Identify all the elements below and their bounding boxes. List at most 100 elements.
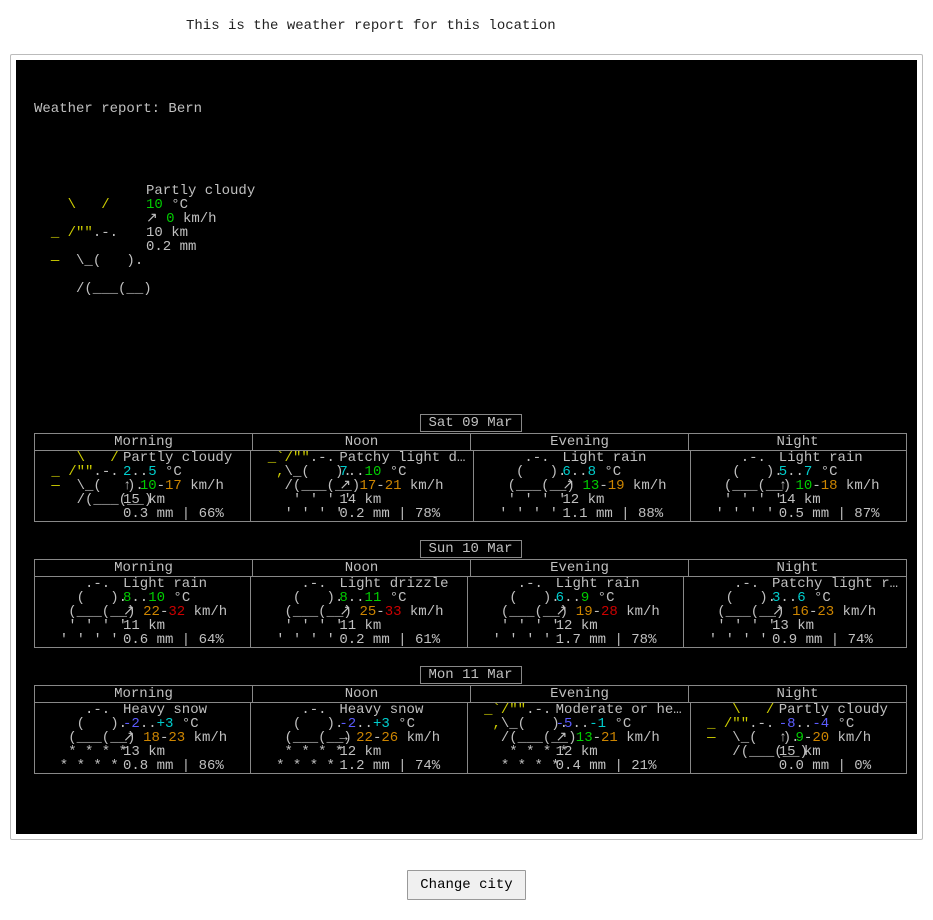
forecast-precip: 0.2 mm | 78% [339,507,465,521]
forecast-precip: 0.4 mm | 21% [556,759,682,773]
partly-cloudy-icon: \ / _ /"".-. — \_( ). /(___(__) [43,451,123,521]
patchy-light-rain-icon: _`/"".-. ,\_( ). /(___(__) * * * * * * *… [476,703,556,773]
forecast-cell: _`/"".-. ,\_( ). /(___(__) * * * * * * *… [468,703,691,773]
current-temp: 10 °C [146,198,255,212]
forecast-temp: 7..10 °C [339,465,465,479]
forecast-day: Mon 11 MarMorningNoonEveningNight .-. ( … [34,666,907,774]
forecast-wind: ↗ 13-19 km/h [562,479,681,493]
forecast-day: Sat 09 MarMorningNoonEveningNight \ / _ … [34,414,907,522]
forecast-visibility: 12 km [556,745,682,759]
forecast-visibility: 14 km [339,493,465,507]
forecast-temp: -8..-4 °C [779,717,898,731]
current-wind: ↗ 0 km/h [146,212,255,226]
forecast-temp: -2..+3 °C [339,717,458,731]
forecast-precip: 0.0 mm | 0% [779,759,898,773]
forecast-temp: -2..+3 °C [123,717,242,731]
forecast-precip: 1.7 mm | 78% [556,633,675,647]
forecast-condition: Light drizzle [339,577,458,591]
forecast-cell: \ / _ /"".-. — \_( ). /(___(__) Partly c… [691,703,906,773]
light-rain-icon: .-. ( ). (___(__) ' ' ' ' ' ' ' ' [482,451,562,521]
forecast-wind: ↑ 9-20 km/h [779,731,898,745]
forecast-visibility: 11 km [339,619,458,633]
snow-icon: .-. ( ). (___(__) * * * * * * * * [259,703,339,773]
forecast-visibility: 13 km [772,619,898,633]
light-rain-icon: .-. ( ). (___(__) ' ' ' ' ' ' ' ' [259,577,339,647]
forecast-visibility: 12 km [562,493,681,507]
period-header: Noon [253,559,471,577]
report-header: Weather report: Bern [34,102,907,128]
current-conditions: \ / _ /"".-. — \_( ). /(___(__) Partly c… [34,184,907,352]
light-rain-icon: .-. ( ). (___(__) ' ' ' ' ' ' ' ' [699,451,779,521]
forecast-precip: 0.8 mm | 86% [123,759,242,773]
forecast-precip: 0.9 mm | 74% [772,633,898,647]
forecast-wind: ↗ 17-21 km/h [339,479,465,493]
forecast-cell: _`/"".-. ,\_( ). /(___(__) ' ' ' ' ' ' '… [251,451,474,521]
forecast-cell: .-. ( ). (___(__) ' ' ' ' ' ' ' 'Patchy … [684,577,906,647]
forecast-visibility: 12 km [339,745,458,759]
change-city-button[interactable]: Change city [407,870,525,900]
forecast-temp: -5..-1 °C [556,717,682,731]
period-header: Noon [253,685,471,703]
forecast-temp: 8..10 °C [123,591,242,605]
forecast-condition: Patchy light r… [772,577,898,591]
period-header: Morning [35,685,253,703]
forecast-temp: 3..6 °C [772,591,898,605]
current-condition: Partly cloudy [146,184,255,198]
day-title: Mon 11 Mar [419,666,521,684]
forecast-precip: 1.1 mm | 88% [562,507,681,521]
forecast-cell: .-. ( ). (___(__) ' ' ' ' ' ' ' 'Light r… [474,451,690,521]
forecast-visibility: 15 km [779,745,898,759]
forecast-condition: Patchy light d… [339,451,465,465]
terminal-panel: Weather report: Bern \ / _ /"".-. — \_( … [10,54,923,840]
forecast-precip: 0.3 mm | 66% [123,507,242,521]
period-header: Noon [253,433,471,451]
forecast-visibility: 11 km [123,619,242,633]
forecast-precip: 1.2 mm | 74% [339,759,458,773]
day-title: Sat 09 Mar [419,414,521,432]
forecast-cell: .-. ( ). (___(__) ' ' ' ' ' ' ' 'Light r… [35,577,251,647]
forecast-wind: ↗ 16-23 km/h [772,605,898,619]
period-header: Morning [35,559,253,577]
partly-cloudy-icon: \ / _ /"".-. — \_( ). /(___(__) [699,703,779,773]
partly-cloudy-icon: \ / _ /"".-. — \_( ). /(___(__) [34,184,146,352]
period-header: Morning [35,433,253,451]
light-rain-icon: .-. ( ). (___(__) ' ' ' ' ' ' ' ' [43,577,123,647]
forecast-precip: 0.6 mm | 64% [123,633,242,647]
forecast-cell: \ / _ /"".-. — \_( ). /(___(__) Partly c… [35,451,251,521]
period-header: Evening [471,559,689,577]
patchy-light-rain-icon: _`/"".-. ,\_( ). /(___(__) ' ' ' ' ' ' '… [259,451,339,521]
forecast-condition: Light rain [123,577,242,591]
forecast-wind: ↗ 22-32 km/h [123,605,242,619]
forecast-wind: ↑ 10-17 km/h [123,479,242,493]
forecast-condition: Heavy snow [339,703,458,717]
forecast-cell: .-. ( ). (___(__) * * * * * * * *Heavy s… [251,703,467,773]
forecast-visibility: 14 km [779,493,898,507]
forecast-precip: 0.2 mm | 61% [339,633,458,647]
period-header: Evening [471,433,689,451]
forecast-wind: → 22-26 km/h [339,731,458,745]
forecast-wind: ↗ 25-33 km/h [339,605,458,619]
forecast-cell: .-. ( ). (___(__) ' ' ' ' ' ' ' 'Light d… [251,577,467,647]
forecast-visibility: 12 km [556,619,675,633]
forecast-condition: Light rain [562,451,681,465]
light-rain-icon: .-. ( ). (___(__) ' ' ' ' ' ' ' ' [692,577,772,647]
forecast-day: Sun 10 MarMorningNoonEveningNight .-. ( … [34,540,907,648]
current-visibility: 10 km [146,226,255,240]
forecast-wind: ↗ 18-23 km/h [123,731,242,745]
forecast-cell: .-. ( ). (___(__) ' ' ' ' ' ' ' 'Light r… [691,451,906,521]
period-header: Night [689,685,906,703]
light-rain-icon: .-. ( ). (___(__) ' ' ' ' ' ' ' ' [476,577,556,647]
forecast-condition: Partly cloudy [123,451,242,465]
forecast-wind: ↗ 19-28 km/h [556,605,675,619]
forecast-condition: Light rain [779,451,898,465]
period-header: Night [689,559,906,577]
forecast-temp: 2..5 °C [123,465,242,479]
forecast-temp: 8..11 °C [339,591,458,605]
forecast-visibility: 13 km [123,745,242,759]
page-caption: This is the weather report for this loca… [0,0,933,54]
forecast-temp: 5..7 °C [779,465,898,479]
forecast-temp: 6..8 °C [562,465,681,479]
forecast-cell: .-. ( ). (___(__) * * * * * * * *Heavy s… [35,703,251,773]
current-precip: 0.2 mm [146,240,255,254]
forecast-condition: Heavy snow [123,703,242,717]
